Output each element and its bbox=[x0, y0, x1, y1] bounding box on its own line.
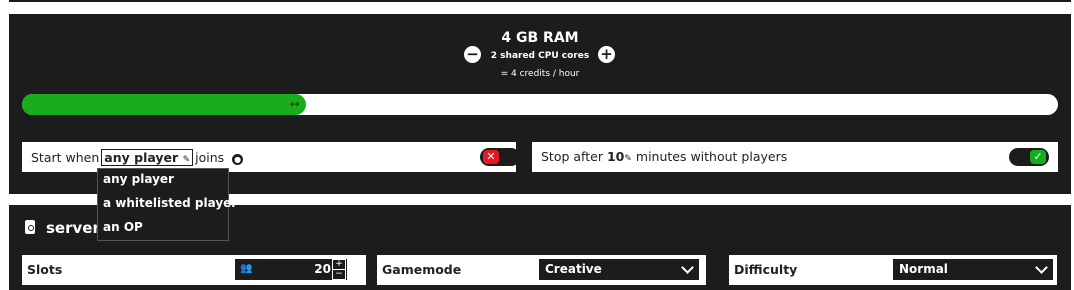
toggle-on-icon: ✓ bbox=[1030, 150, 1046, 164]
autostop-minutes[interactable]: 10 bbox=[607, 149, 624, 164]
difficulty-value: Normal bbox=[899, 262, 948, 276]
gamemode-property: Gamemode Creative bbox=[377, 255, 706, 285]
gamemode-value: Creative bbox=[545, 262, 602, 276]
file-settings-icon bbox=[25, 220, 35, 234]
autostop-condition: Stop after 10✎ minutes without players ✓ bbox=[532, 142, 1058, 172]
people-icon: 👥 bbox=[240, 263, 253, 274]
difficulty-label: Difficulty bbox=[734, 262, 798, 277]
slider-handle-icon[interactable]: ↔ bbox=[290, 96, 300, 113]
resource-panel: 4 GB RAM − + 2 shared CPU cores = 4 cred… bbox=[9, 14, 1071, 194]
slots-value[interactable]: 20 bbox=[314, 262, 331, 276]
difficulty-select[interactable]: Normal bbox=[893, 259, 1053, 280]
edit-icon: ✎ bbox=[182, 155, 191, 165]
gamemode-select[interactable]: Creative bbox=[539, 259, 699, 280]
edit-icon[interactable]: ✎ bbox=[624, 154, 632, 164]
autostart-prefix: Start when bbox=[31, 150, 100, 165]
player-type-dropdown: any player a whitelisted player an OP bbox=[97, 168, 237, 241]
dropdown-option-any-player[interactable]: any player bbox=[103, 172, 174, 186]
autostart-suffix: joins bbox=[195, 150, 225, 165]
player-type-select[interactable]: any player ✎ bbox=[101, 149, 194, 166]
chevron-down-icon bbox=[681, 261, 694, 274]
dropdown-option-op[interactable]: an OP bbox=[103, 220, 143, 234]
ram-slider-fill: ↔ bbox=[22, 94, 306, 115]
ram-slider[interactable]: ↔ bbox=[22, 94, 1058, 115]
autostop-toggle[interactable]: ✓ bbox=[1009, 148, 1049, 166]
player-type-value: any player bbox=[104, 150, 179, 165]
slots-property: Slots 👥 20 + − bbox=[22, 255, 366, 285]
autostop-suffix: minutes without players bbox=[635, 149, 788, 164]
chevron-down-icon bbox=[1035, 261, 1048, 274]
top-divider bbox=[9, 0, 1071, 2]
slots-input[interactable]: 👥 20 + − bbox=[235, 259, 347, 280]
properties-header: server bbox=[25, 219, 100, 237]
info-icon[interactable]: ● bbox=[232, 154, 244, 165]
slots-decrement-button[interactable]: − bbox=[332, 269, 346, 280]
ram-amount: 4 GB RAM bbox=[501, 30, 579, 46]
credits-per-hour: = 4 credits / hour bbox=[500, 69, 580, 79]
properties-title: server bbox=[46, 219, 100, 237]
autostop-prefix: Stop after bbox=[541, 149, 603, 164]
difficulty-property: Difficulty Normal bbox=[729, 255, 1057, 285]
toggle-off-icon: ✕ bbox=[483, 150, 499, 164]
gamemode-label: Gamemode bbox=[382, 262, 462, 277]
slots-label: Slots bbox=[27, 262, 63, 277]
autostart-toggle[interactable]: ✕ bbox=[480, 148, 520, 166]
dropdown-option-whitelisted[interactable]: a whitelisted player bbox=[103, 196, 237, 210]
cpu-cores: 2 shared CPU cores bbox=[490, 51, 590, 61]
